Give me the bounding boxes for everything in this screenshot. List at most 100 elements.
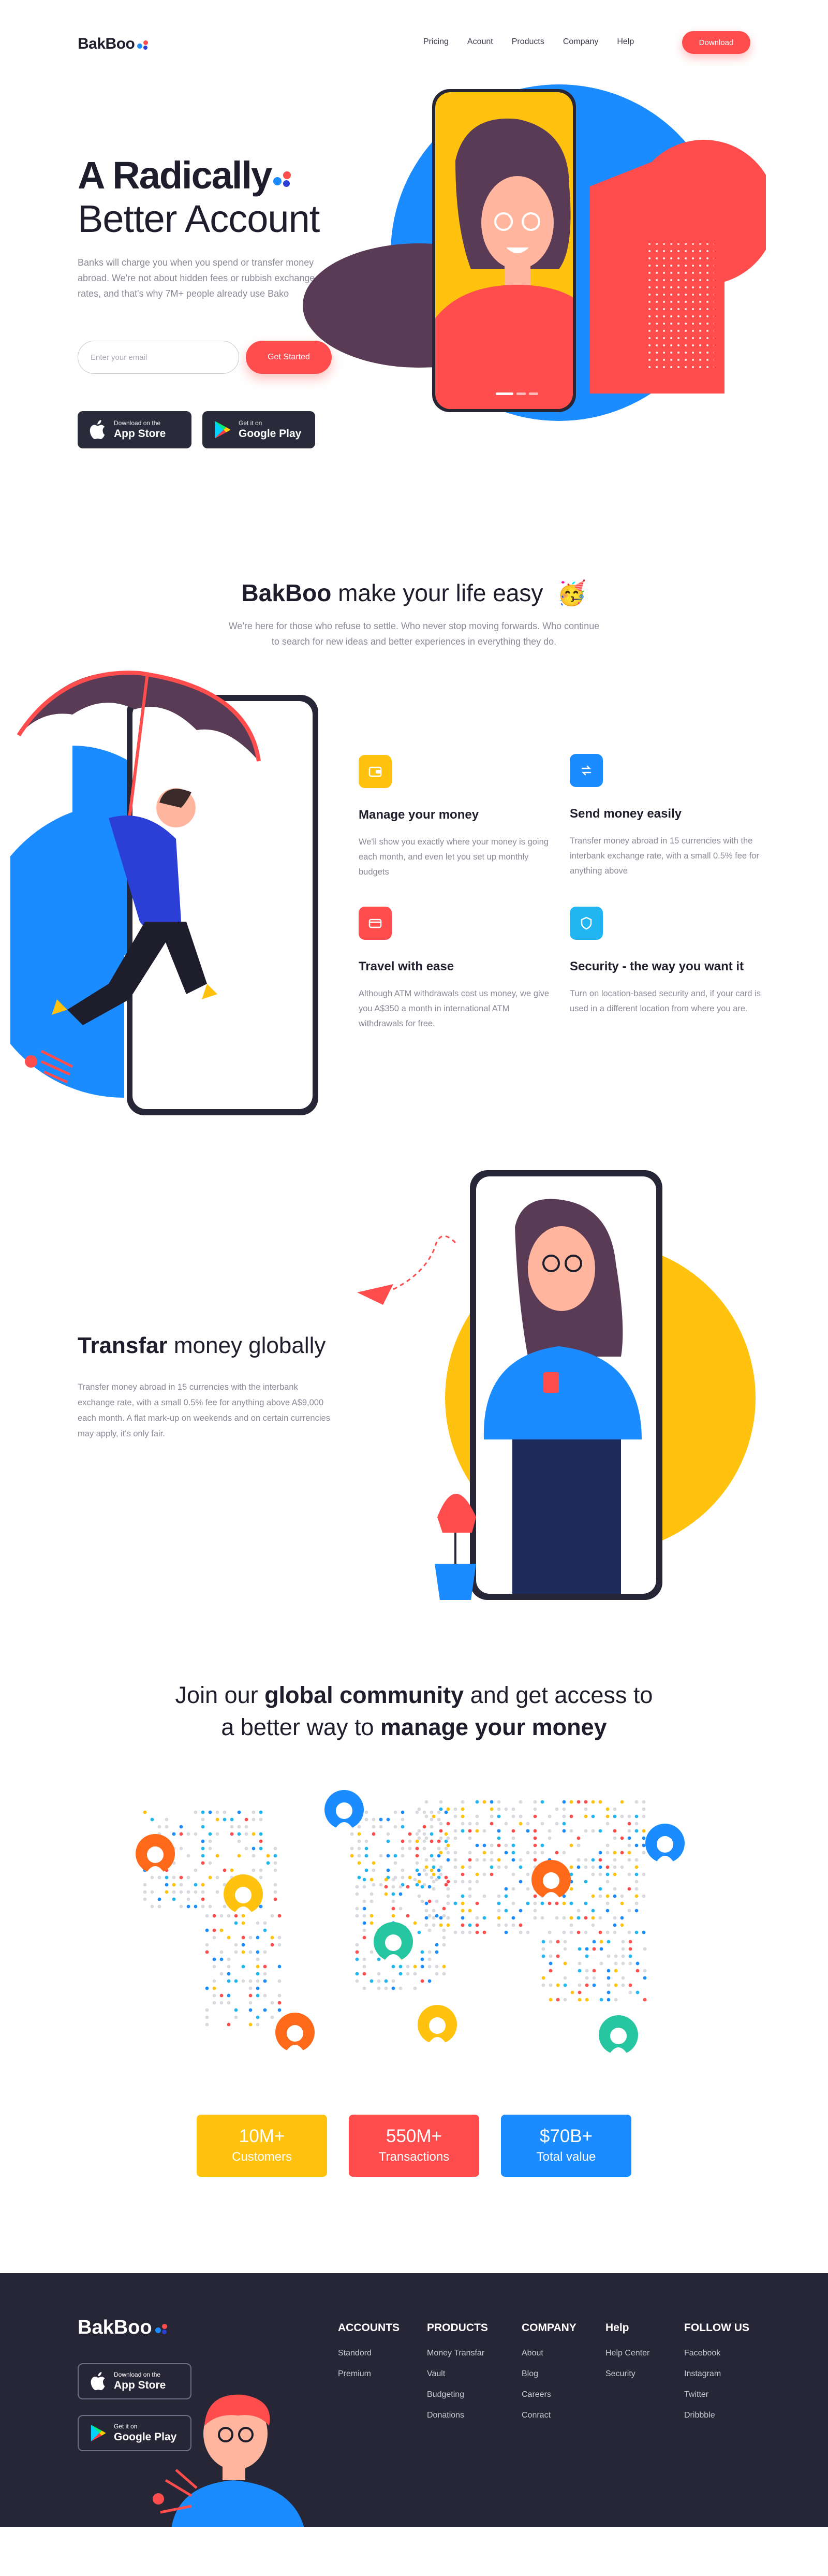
footer-link[interactable]: Blog: [522, 2369, 576, 2379]
app-store-button[interactable]: Download on the App Store: [78, 411, 191, 448]
map-dot: [201, 1897, 205, 1901]
map-dot: [511, 1923, 515, 1927]
footer-link[interactable]: Vault: [427, 2369, 488, 2379]
footer-link[interactable]: Careers: [522, 2390, 576, 2399]
footer-link[interactable]: Conract: [522, 2411, 576, 2420]
footer-link[interactable]: Premium: [338, 2369, 400, 2379]
feature-title: Travel with ease: [359, 959, 454, 973]
map-dot: [273, 1861, 277, 1865]
map-dot: [511, 1901, 515, 1905]
map-dot: [273, 1846, 277, 1851]
footer-link[interactable]: Help Center: [605, 2349, 649, 2358]
map-dot: [234, 1979, 238, 1983]
map-dot: [628, 1954, 632, 1958]
footer-brand-name: BakBoo: [78, 2317, 152, 2338]
menu-item-account[interactable]: Acount: [467, 37, 493, 47]
map-dot: [256, 1986, 260, 1990]
map-dot: [406, 1964, 410, 1969]
map-dot: [540, 1843, 544, 1847]
menu-item-products[interactable]: Products: [512, 37, 544, 47]
map-dot: [256, 1972, 260, 1976]
footer-link[interactable]: Facebook: [684, 2349, 749, 2358]
footer-link[interactable]: Standord: [338, 2349, 400, 2358]
footer-brand-logo[interactable]: BakBoo: [78, 2317, 170, 2339]
download-button[interactable]: Download: [682, 31, 750, 54]
map-dot: [401, 1817, 405, 1822]
map-dot: [386, 1817, 390, 1822]
map-dot: [519, 1865, 523, 1869]
map-dot: [362, 1906, 366, 1911]
member-avatar: [136, 1834, 175, 1873]
footer-link[interactable]: Budgeting: [427, 2390, 488, 2399]
map-dot: [634, 1901, 639, 1905]
map-dot: [605, 1872, 610, 1876]
google-play-button[interactable]: Get it on Google Play: [202, 411, 315, 448]
map-dot: [420, 1957, 424, 1961]
map-dot: [427, 1914, 432, 1918]
map-dot: [435, 1950, 439, 1954]
map-dot: [634, 1887, 639, 1891]
map-dot: [497, 1814, 501, 1818]
map-dot: [605, 1909, 610, 1913]
brand-logo[interactable]: BakBoo: [78, 35, 151, 53]
menu-item-help[interactable]: Help: [617, 37, 634, 47]
map-dot: [437, 1854, 441, 1858]
footer-link[interactable]: Donations: [427, 2411, 488, 2420]
map-dot: [408, 1839, 412, 1843]
map-dot: [634, 1829, 639, 1833]
map-dot: [453, 1836, 457, 1840]
map-dot: [379, 1825, 383, 1829]
map-dot: [430, 1875, 434, 1880]
hero-title-bold: A Radically: [78, 153, 295, 197]
map-dot: [227, 2022, 231, 2027]
map-dot: [562, 1829, 566, 1833]
map-dot: [215, 1854, 219, 1858]
map-dot: [533, 1858, 537, 1862]
map-dot: [227, 1972, 231, 1976]
map-dot: [398, 1964, 403, 1969]
map-dot: [432, 1872, 436, 1876]
map-dot: [634, 1800, 639, 1804]
footer-link[interactable]: Dribbble: [684, 2411, 749, 2420]
map-dot: [435, 1914, 439, 1918]
map-dot: [437, 1846, 441, 1851]
map-dot: [259, 1810, 263, 1814]
map-dot: [540, 1851, 544, 1855]
stat-total-value: $70B+ Total value: [501, 2115, 631, 2177]
card-icon: [359, 907, 392, 940]
map-dot: [605, 1930, 610, 1934]
member-avatar: [599, 2015, 638, 2055]
map-dot: [212, 1935, 216, 1940]
map-dot: [584, 1865, 588, 1869]
google-play-top: Get it on: [239, 419, 262, 427]
menu-item-pricing[interactable]: Pricing: [423, 37, 449, 47]
footer-link[interactable]: Money Transfar: [427, 2349, 488, 2358]
map-dot: [413, 1972, 417, 1976]
map-dot: [576, 1858, 581, 1862]
footer-link[interactable]: Instagram: [684, 2369, 749, 2379]
map-dot: [237, 1854, 241, 1858]
map-dot: [205, 2022, 209, 2027]
map-dot: [355, 1979, 359, 1983]
map-dot: [627, 1836, 631, 1840]
map-dot: [613, 1858, 617, 1862]
menu-item-company[interactable]: Company: [563, 37, 598, 47]
map-dot: [417, 1829, 421, 1833]
map-dot: [384, 1885, 388, 1889]
map-dot: [362, 1964, 366, 1969]
map-dot: [256, 1993, 260, 1998]
footer-link[interactable]: Twitter: [684, 2390, 749, 2399]
footer-link[interactable]: About: [522, 2349, 576, 2358]
email-input[interactable]: [78, 341, 239, 374]
map-dot: [234, 1921, 238, 1925]
map-dot: [607, 1976, 611, 1980]
map-dot: [439, 1923, 443, 1927]
map-dot: [219, 1950, 224, 1954]
map-dot: [393, 1810, 397, 1814]
map-dot: [263, 1979, 267, 1983]
map-dot: [453, 1865, 457, 1869]
map-dot: [241, 1964, 245, 1969]
map-dot: [415, 1832, 419, 1836]
map-dot: [435, 1972, 439, 1976]
footer-link[interactable]: Security: [605, 2369, 649, 2379]
